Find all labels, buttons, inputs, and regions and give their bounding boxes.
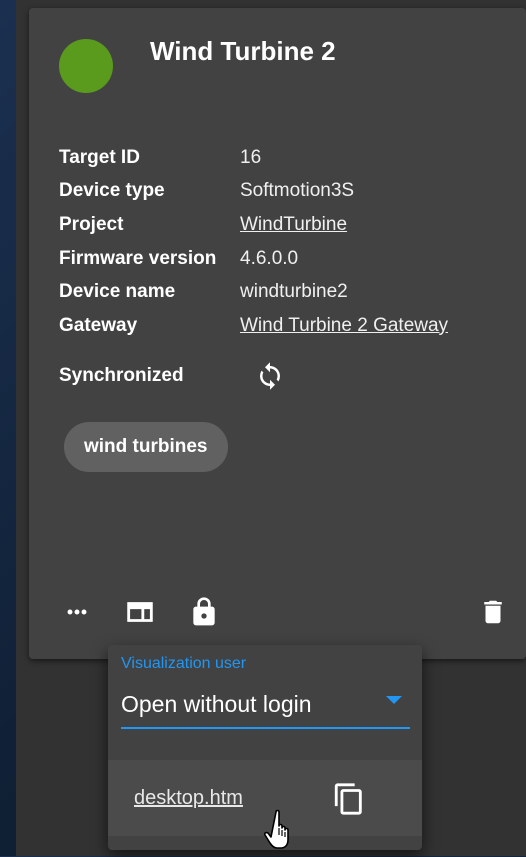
property-row-gateway: Gateway Wind Turbine 2 Gateway [59,309,519,343]
sync-icon[interactable] [255,361,285,391]
project-link[interactable]: WindTurbine [240,214,347,236]
property-label: Target ID [59,146,140,168]
device-properties: Target ID 16 Device type Softmotion3S Pr… [59,141,519,343]
dropdown-arrow-icon[interactable] [386,696,402,704]
property-row-target-id: Target ID 16 [59,141,519,175]
synchronized-label: Synchronized [59,365,184,386]
visualization-link[interactable]: desktop.htm [134,787,243,810]
field-value: Open without login [121,691,312,717]
property-row-project: Project WindTurbine [59,208,519,242]
more-horiz-icon[interactable] [59,594,95,630]
property-row-device-type: Device type Softmotion3S [59,175,519,209]
property-value: Softmotion3S [240,180,355,202]
field-label: Visualization user [121,655,247,672]
web-asset-icon[interactable] [122,594,158,630]
property-value: windturbine2 [240,281,348,303]
tag-chip[interactable]: wind turbines [64,422,228,472]
status-indicator [59,39,113,93]
visualization-user-select[interactable]: Visualization user Open without login [121,653,410,731]
hand-pointer-icon [262,808,302,852]
lock-icon[interactable] [186,594,222,630]
sync-row: Synchronized [59,358,285,394]
property-label: Device type [59,180,165,202]
property-label: Project [59,213,124,235]
card-title: Wind Turbine 2 [150,36,336,66]
property-value: 16 [240,146,262,168]
property-label: Firmware version [59,247,217,269]
property-value: 4.6.0.0 [240,247,299,269]
delete-icon[interactable] [475,594,511,630]
gateway-link[interactable]: Wind Turbine 2 Gateway [240,315,448,337]
copy-icon[interactable] [330,780,368,818]
device-card: Wind Turbine 2 Target ID 16 Device type … [29,8,526,659]
property-label: Gateway [59,314,138,336]
card-actions [29,590,526,634]
property-row-firmware: Firmware version 4.6.0.0 [59,242,519,276]
property-row-device-name: Device name windturbine2 [59,275,519,309]
property-label: Device name [59,281,176,303]
field-underline [121,727,410,729]
